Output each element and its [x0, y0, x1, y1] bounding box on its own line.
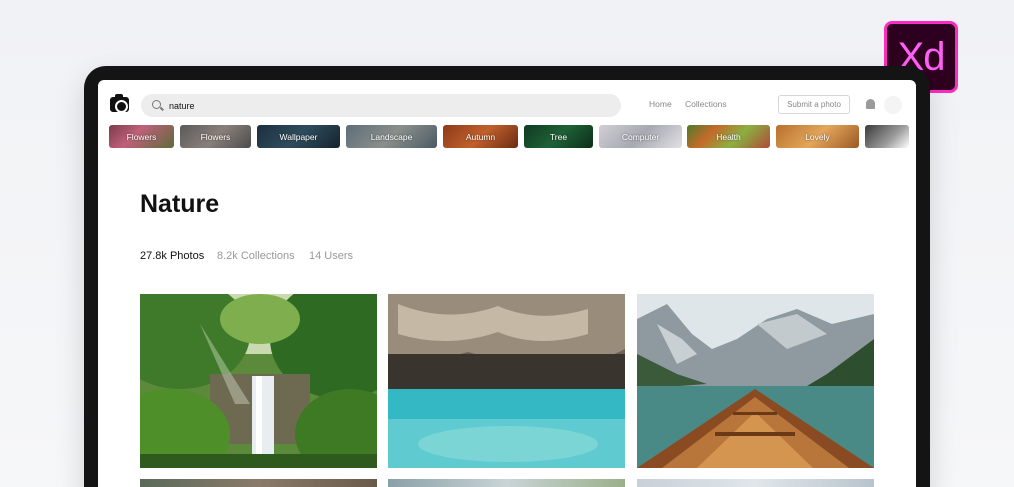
photo-row2-2[interactable]: [388, 479, 625, 487]
search-icon: [152, 100, 161, 109]
category-chip-autumn[interactable]: Autumn: [443, 125, 518, 148]
category-chip-tree[interactable]: Tree: [524, 125, 593, 148]
waterfall-forest-image: [140, 294, 377, 468]
submit-photo-button[interactable]: Submit a photo: [778, 95, 850, 114]
category-chip-flowers-2[interactable]: Flowers: [180, 125, 251, 148]
photo-row2-3[interactable]: [637, 479, 874, 487]
photo-boat-mountain-lake[interactable]: [637, 294, 874, 468]
avatar[interactable]: [884, 96, 902, 114]
cliff-turquoise-image: [388, 294, 625, 468]
category-chip-landscape[interactable]: Landscape: [346, 125, 437, 148]
search-input[interactable]: [169, 94, 609, 117]
page-title: Nature: [140, 190, 220, 218]
category-chip-lovely[interactable]: Lovely: [776, 125, 859, 148]
top-navbar: Home Collections Submit a photo: [98, 92, 916, 120]
search-bar[interactable]: [141, 94, 621, 117]
category-chips: Flowers Flowers Wallpaper Landscape Autu…: [109, 125, 916, 148]
category-chip-health[interactable]: Health: [687, 125, 770, 148]
category-chip-more[interactable]: [865, 125, 909, 148]
photo-waterfall-forest[interactable]: [140, 294, 377, 468]
app-screen: Home Collections Submit a photo Flowers …: [98, 80, 916, 487]
photo-row2-1[interactable]: [140, 479, 377, 487]
category-chip-computer[interactable]: Computer: [599, 125, 682, 148]
boat-lake-image: [637, 294, 874, 468]
nav-collections-link[interactable]: Collections: [685, 99, 727, 109]
bell-icon[interactable]: [866, 99, 875, 109]
stat-photos-tab[interactable]: 27.8k Photos: [140, 250, 204, 262]
category-chip-wallpaper[interactable]: Wallpaper: [257, 125, 340, 148]
category-chip-flowers[interactable]: Flowers: [109, 125, 174, 148]
nav-home-link[interactable]: Home: [649, 99, 672, 109]
photo-cliff-turquoise-water[interactable]: [388, 294, 625, 468]
camera-icon[interactable]: [110, 94, 129, 113]
stat-collections-tab[interactable]: 8.2k Collections: [217, 250, 295, 262]
stat-users-tab[interactable]: 14 Users: [309, 250, 353, 262]
